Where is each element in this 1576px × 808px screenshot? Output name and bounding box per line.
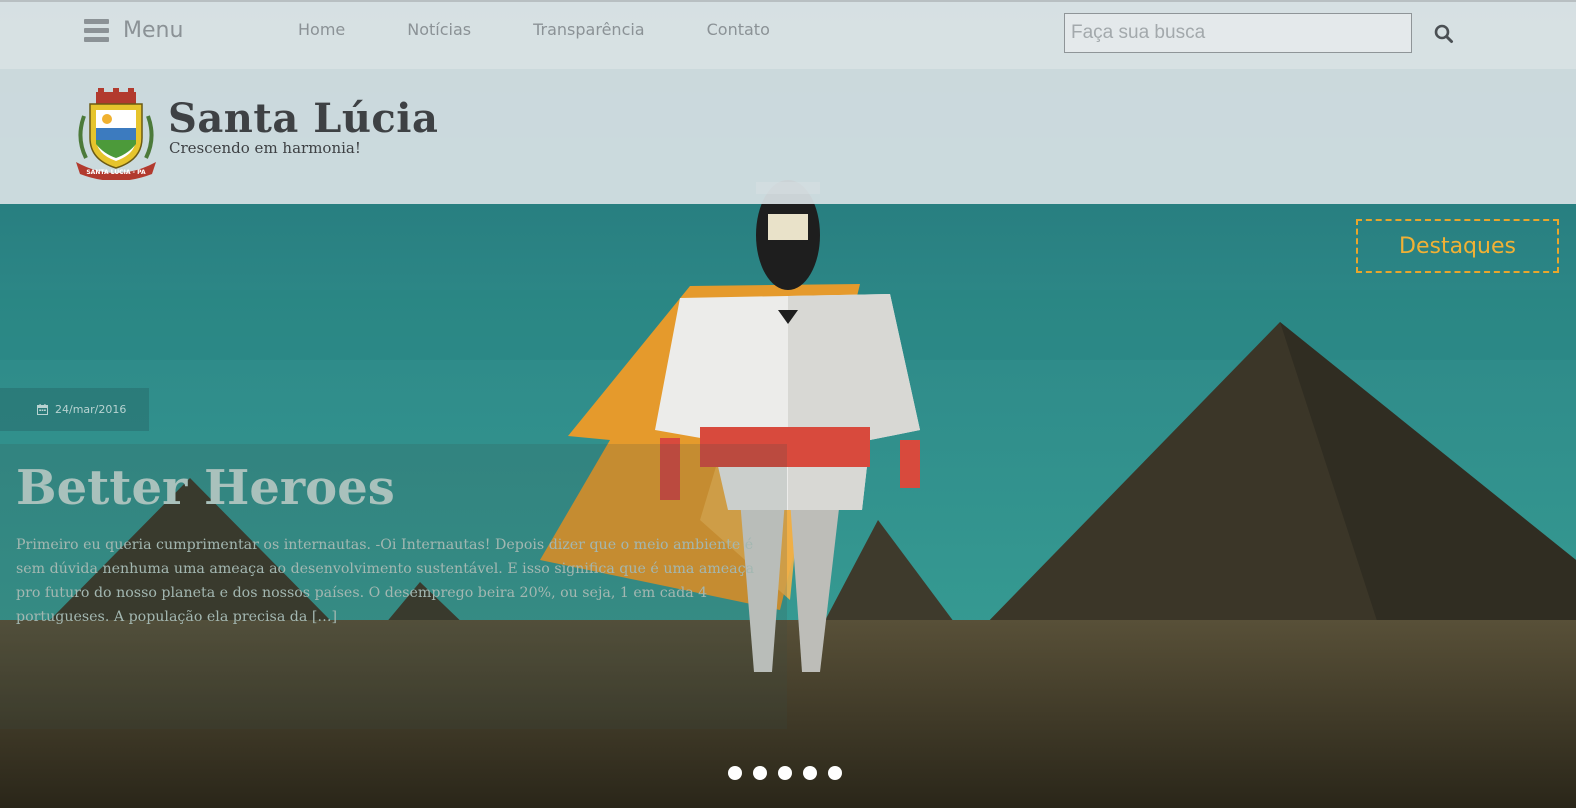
slider-dot-1[interactable]: [728, 766, 742, 780]
search-button[interactable]: [1432, 22, 1456, 46]
slider-pagination: [728, 766, 842, 780]
menu-label: Menu: [123, 18, 184, 43]
hamburger-icon: [84, 19, 109, 42]
post-date: 24/mar/2016: [55, 403, 127, 416]
site-tagline: Crescendo em harmonia!: [169, 139, 361, 157]
slider-dot-5[interactable]: [828, 766, 842, 780]
highlights-label: Destaques: [1356, 219, 1559, 273]
site-title[interactable]: Santa Lúcia: [168, 95, 438, 142]
calendar-icon: [37, 404, 48, 415]
search-icon: [1434, 24, 1453, 43]
municipal-crest-logo[interactable]: SANTA LUCIA - PA: [72, 88, 160, 180]
slider-dot-2[interactable]: [753, 766, 767, 780]
nav-link-noticias[interactable]: Notícias: [407, 20, 471, 39]
crest-ribbon-text: SANTA LUCIA - PA: [86, 169, 146, 176]
post-date-badge: 24/mar/2016: [0, 388, 149, 431]
nav-link-home[interactable]: Home: [298, 20, 345, 39]
slide-excerpt: Primeiro eu queria cumprimentar os inter…: [16, 537, 755, 625]
main-nav: Home Notícias Transparência Contato: [298, 20, 832, 39]
top-navbar: Menu Home Notícias Transparência Contato: [0, 0, 1576, 69]
slider-dot-3[interactable]: [778, 766, 792, 780]
brand-header: SANTA LUCIA - PA Santa Lúcia Crescendo e…: [0, 69, 1576, 204]
nav-link-transparencia[interactable]: Transparência: [533, 20, 645, 39]
slide-title[interactable]: Better Heroes: [16, 460, 395, 516]
menu-button[interactable]: Menu: [84, 18, 183, 43]
search-input[interactable]: [1064, 13, 1412, 53]
nav-link-contato[interactable]: Contato: [707, 20, 770, 39]
slider-dot-4[interactable]: [803, 766, 817, 780]
